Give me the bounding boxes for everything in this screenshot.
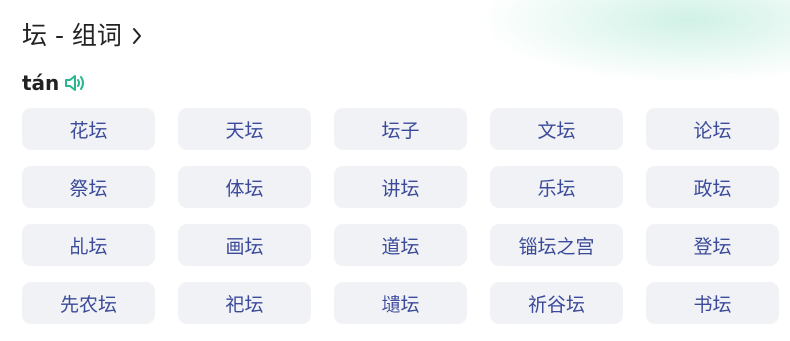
- word-chip[interactable]: 祀坛: [178, 282, 311, 324]
- page-title: 坛 - 组词: [22, 21, 122, 50]
- page-header[interactable]: 坛 - 组词: [22, 18, 146, 54]
- speaker-icon[interactable]: [63, 72, 87, 94]
- chevron-right-icon[interactable]: [128, 18, 146, 54]
- word-chip[interactable]: 登坛: [646, 224, 779, 266]
- word-chip[interactable]: 花坛: [22, 108, 155, 150]
- word-chip[interactable]: 祈谷坛: [490, 282, 623, 324]
- word-chip[interactable]: 坛子: [334, 108, 467, 150]
- word-chip[interactable]: 壝坛: [334, 282, 467, 324]
- word-chip[interactable]: 先农坛: [22, 282, 155, 324]
- pinyin-text: tán: [22, 71, 60, 95]
- word-chip[interactable]: 体坛: [178, 166, 311, 208]
- word-chip[interactable]: 锱坛之宫: [490, 224, 623, 266]
- word-chip[interactable]: 画坛: [178, 224, 311, 266]
- word-chip[interactable]: 祭坛: [22, 166, 155, 208]
- word-chip[interactable]: 乩坛: [22, 224, 155, 266]
- word-grid: 花坛 天坛 坛子 文坛 论坛祭坛 体坛 讲坛 乐坛 政坛乩坛 画坛 道坛 锱坛之宫 登坛先农坛 祀坛 壝坛祈…: [22, 108, 779, 324]
- word-chip[interactable]: 书坛: [646, 282, 779, 324]
- header-background-glow: [0, 0, 790, 110]
- word-chip[interactable]: 乐坛: [490, 166, 623, 208]
- word-chip[interactable]: 天坛: [178, 108, 311, 150]
- word-chip[interactable]: 论坛: [646, 108, 779, 150]
- word-chip[interactable]: 政坛: [646, 166, 779, 208]
- word-chip[interactable]: 道坛: [334, 224, 467, 266]
- word-chip[interactable]: 讲坛: [334, 166, 467, 208]
- word-chip[interactable]: 文坛: [490, 108, 623, 150]
- pronunciation-row: tán: [22, 69, 87, 97]
